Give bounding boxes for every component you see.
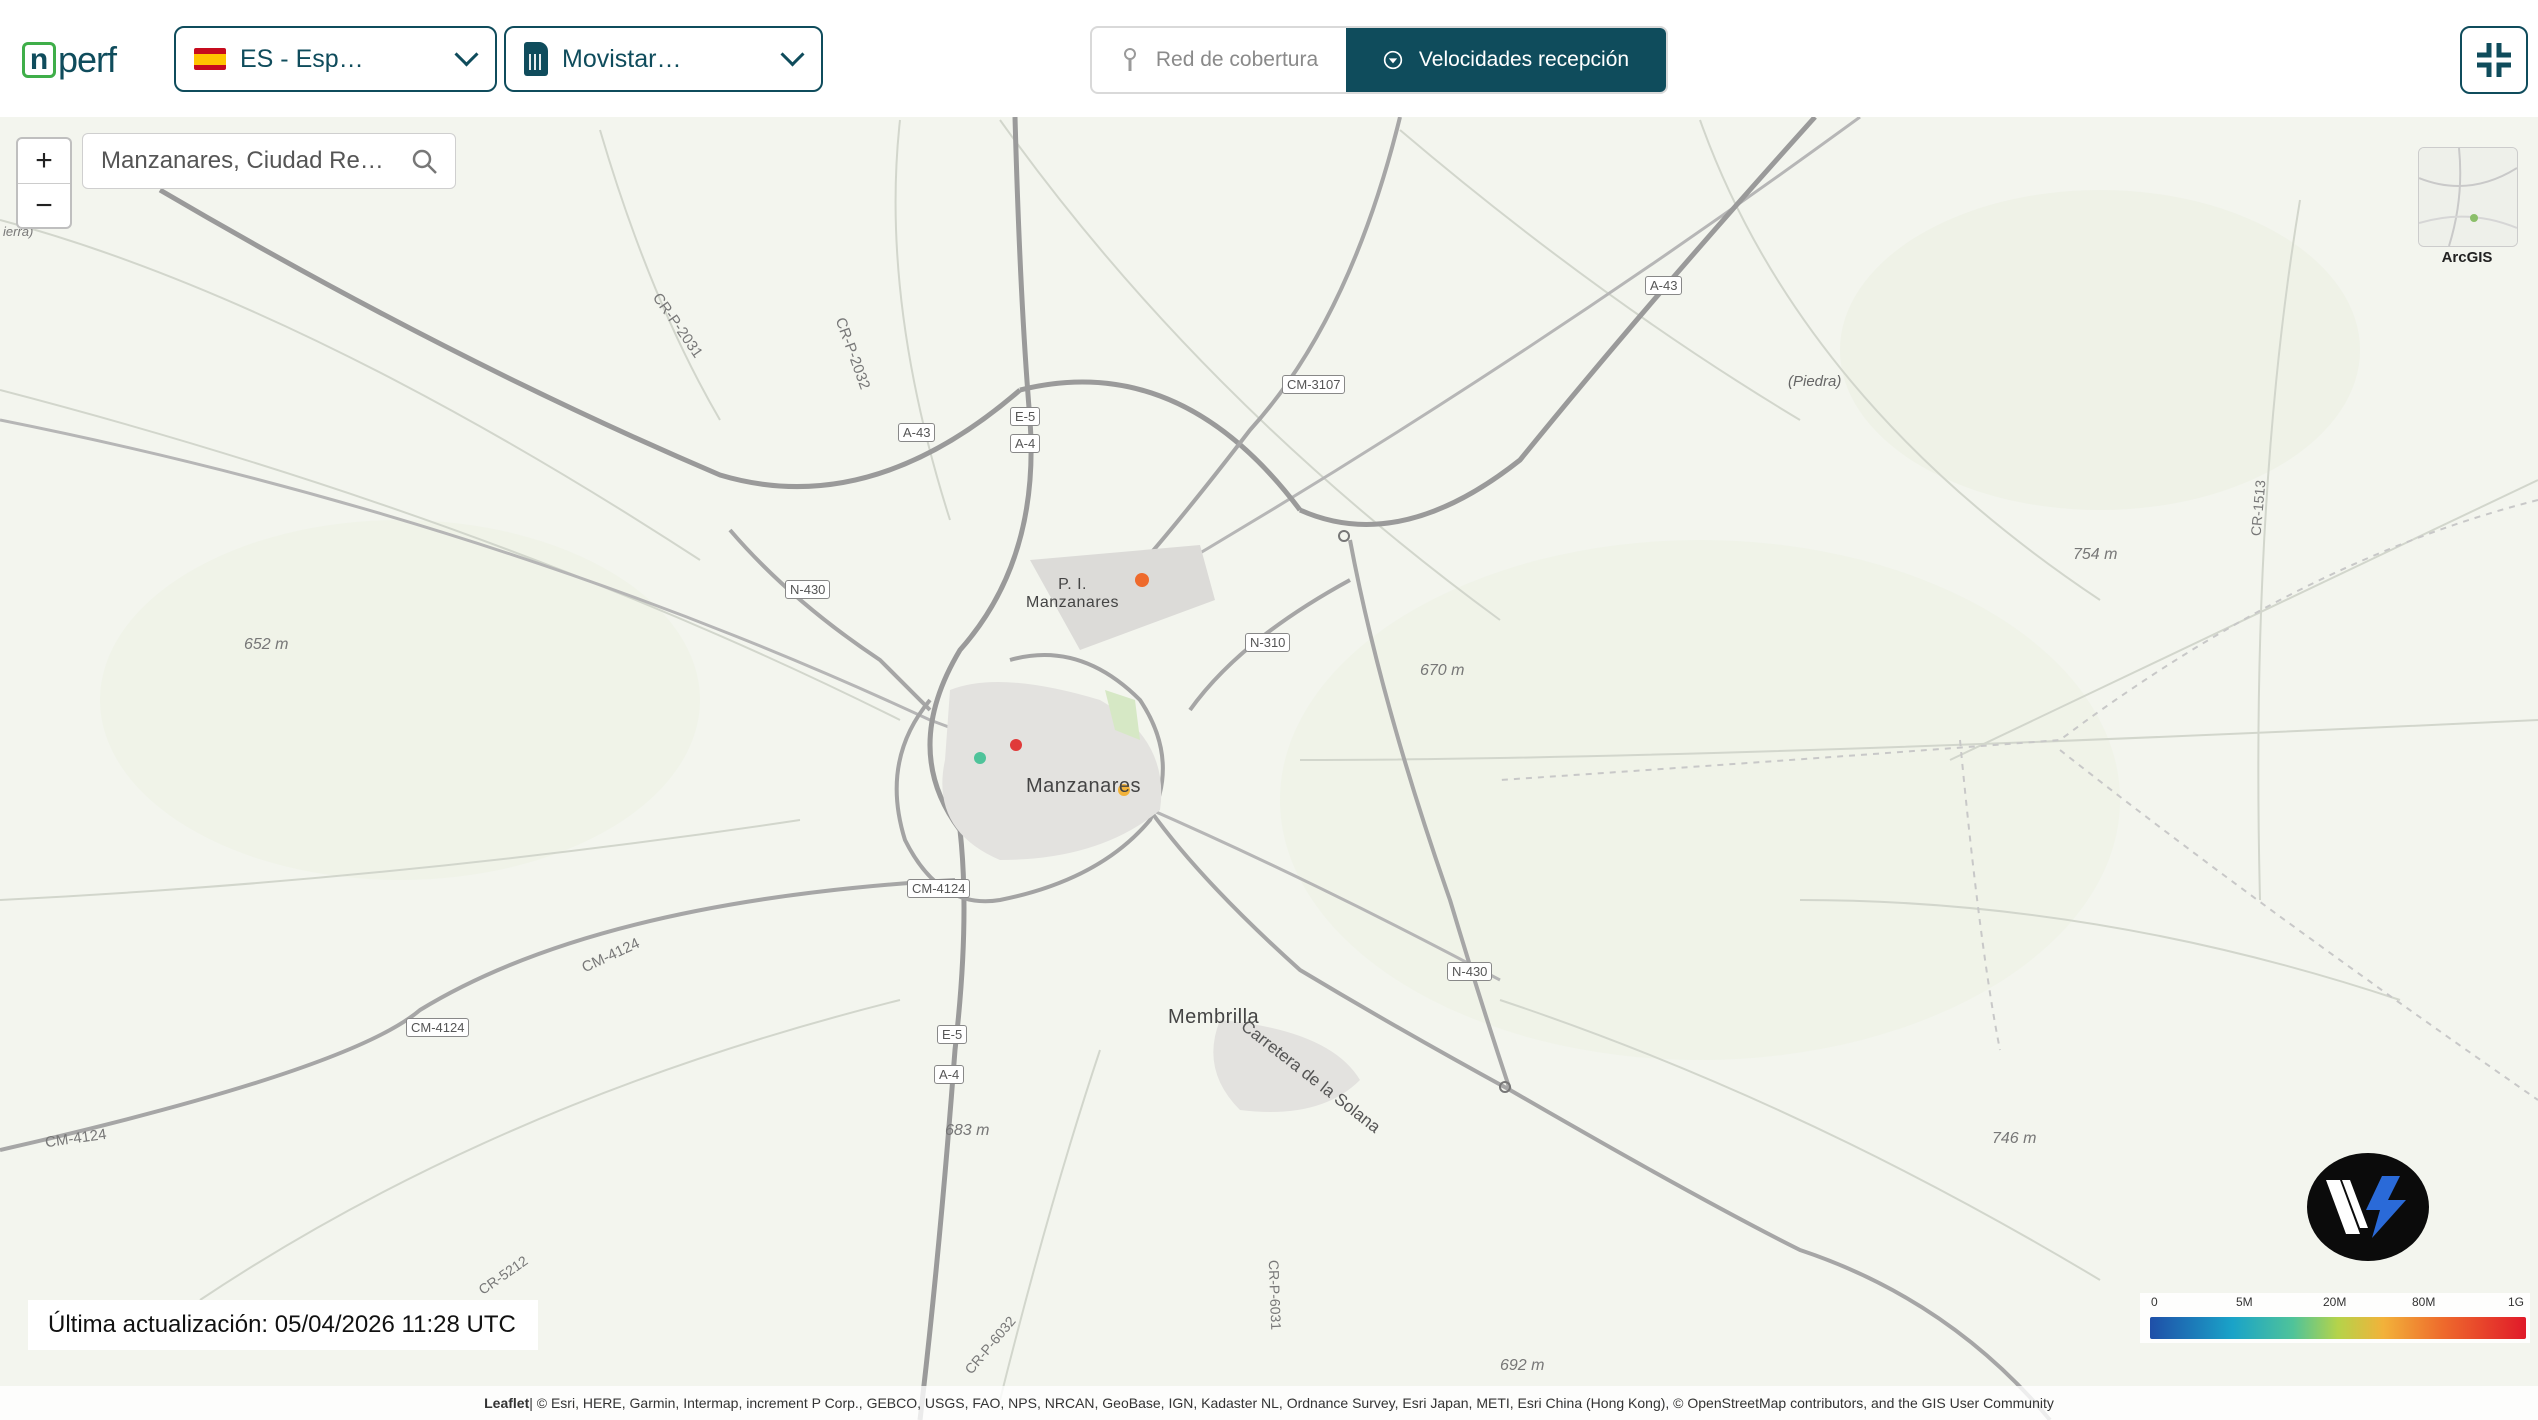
map-attribution: Leaflet | © Esri, HERE, Garmin, Intermap…	[0, 1386, 2538, 1420]
road-shield: CM-3107	[1282, 375, 1346, 394]
location-search[interactable]: Manzanares, Ciudad Re…	[82, 133, 456, 189]
lightning-logo-icon	[2326, 1176, 2406, 1238]
tab-speeds-label: Velocidades recepción	[1418, 48, 1630, 71]
elevation-label: 683 m	[945, 1122, 990, 1139]
logo-mark: n	[22, 42, 56, 78]
country-select-value: ES - Esp…	[240, 44, 364, 73]
collapse-icon	[2477, 43, 2511, 77]
sim-card-icon	[524, 42, 548, 76]
basemap-layer	[0, 117, 2538, 1420]
speed-legend: 0 5M 20M 80M 1G	[2140, 1293, 2530, 1343]
road-shield: A-4	[934, 1065, 965, 1084]
road-shield: N-310	[1245, 633, 1291, 652]
road-shield: A-4	[1010, 434, 1041, 453]
logo-text: perf	[58, 39, 117, 80]
country-select[interactable]: ES - Esp…	[174, 26, 497, 92]
road-shield: N-430	[785, 580, 831, 599]
road-label: CR-P-6031	[1265, 1259, 1285, 1331]
top-bar: n perf ES - Esp… Movistar… Red de cobert…	[0, 0, 2538, 117]
elevation-label: 670 m	[1420, 662, 1465, 679]
legend-tick: 0	[2151, 1295, 2158, 1309]
chevron-down-icon	[454, 42, 479, 67]
legend-gradient-bar	[2150, 1317, 2526, 1339]
last-update-text: Última actualización: 05/04/2026 11:28 U…	[28, 1300, 538, 1350]
speedtest-launch-button[interactable]	[2307, 1153, 2429, 1261]
spain-flag-icon	[194, 48, 226, 70]
road-shield: A-43	[1645, 276, 1683, 295]
road-shield: A-43	[898, 423, 936, 442]
zoom-control: + −	[16, 137, 72, 229]
town-label-manzanares: Manzanares	[1026, 775, 1142, 797]
speed-icon	[1383, 50, 1403, 70]
town-label-industrial: P. I. Manzanares	[1026, 576, 1120, 611]
elevation-label: 652 m	[244, 636, 289, 653]
tab-coverage-label: Red de cobertura	[1155, 48, 1319, 71]
nperf-logo[interactable]: n perf	[22, 38, 117, 82]
elevation-label: 746 m	[1992, 1130, 2037, 1147]
legend-tick: 5M	[2236, 1295, 2253, 1309]
leaflet-link[interactable]: Leaflet	[484, 1395, 529, 1411]
operator-select-value: Movistar…	[562, 44, 682, 73]
road-shield: E-5	[1010, 407, 1041, 426]
road-shield: CM-4124	[907, 879, 971, 898]
road-shield: E-5	[937, 1025, 968, 1044]
tab-coverage[interactable]: Red de cobertura	[1092, 28, 1346, 92]
zoom-in-button[interactable]: +	[18, 139, 70, 184]
zoom-out-button[interactable]: −	[18, 184, 70, 228]
place-label-piedra: (Piedra)	[1788, 373, 1842, 390]
exit-fullscreen-button[interactable]	[2460, 26, 2528, 94]
elevation-label: 692 m	[1500, 1357, 1545, 1374]
road-shield: N-430	[1447, 962, 1493, 981]
search-icon[interactable]	[411, 148, 439, 176]
legend-tick: 1G	[2508, 1295, 2525, 1309]
map-mode-toggle: Red de cobertura Velocidades recepción	[1090, 26, 1668, 94]
chevron-down-icon	[780, 42, 805, 67]
basemap-thumbnail[interactable]	[2418, 147, 2518, 247]
antenna-icon	[1120, 48, 1140, 71]
map-canvas[interactable]: P. I. Manzanares Manzanares Membrilla (P…	[0, 117, 2538, 1420]
legend-tick: 20M	[2323, 1295, 2347, 1309]
tab-speeds[interactable]: Velocidades recepción	[1346, 28, 1666, 92]
operator-select[interactable]: Movistar…	[504, 26, 823, 92]
legend-tick: 80M	[2412, 1295, 2436, 1309]
road-shield: CM-4124	[406, 1018, 470, 1037]
basemap-label: ArcGIS	[2441, 249, 2493, 266]
attribution-text: | © Esri, HERE, Garmin, Intermap, increm…	[529, 1395, 2054, 1411]
search-input[interactable]: Manzanares, Ciudad Re…	[101, 147, 401, 175]
elevation-label: 754 m	[2073, 546, 2118, 563]
basemap-preview-icon	[2419, 148, 2517, 246]
